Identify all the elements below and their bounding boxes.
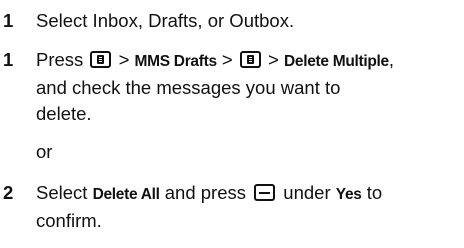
menu-key-icon <box>90 51 112 68</box>
step-number: 1 <box>3 49 14 70</box>
step-text-line: confirm. <box>36 210 102 231</box>
step-text-part: > <box>262 49 284 70</box>
key-yes: Yes <box>335 186 362 203</box>
step-text: Select Inbox, Drafts, or Outbox. <box>36 10 295 31</box>
step-2-delete-all: 2 Select Delete All and press under Yes … <box>0 180 458 234</box>
step-text-part: , <box>388 49 395 70</box>
step-text: Select Delete All and press under Yes to… <box>36 180 458 234</box>
step-number: 2 <box>3 182 14 203</box>
key-delete-all: Delete All <box>92 186 160 203</box>
step-number: 1 <box>3 10 14 31</box>
step-text: Press > MMS Drafts > > Delete Multiple, … <box>36 47 458 127</box>
step-text-part: Select <box>36 182 93 203</box>
step-text-part: and press <box>159 182 252 203</box>
key-delete-multiple: Delete Multiple <box>283 53 389 70</box>
step-1-select-folder: 1 Select Inbox, Drafts, or Outbox. <box>0 8 458 34</box>
step-text-part: to <box>361 182 383 203</box>
menu-key-icon <box>239 51 261 68</box>
step-text-part: under <box>278 182 336 203</box>
step-text-part: > <box>216 49 238 70</box>
step-text-line: delete. <box>36 103 92 124</box>
step-text-part: Press <box>36 49 89 70</box>
step-1-press-menu: 1 Press > MMS Drafts > > Delete Multiple… <box>0 47 458 127</box>
soft-key-icon <box>254 184 276 201</box>
key-mms-drafts: MMS Drafts <box>134 53 218 70</box>
step-text-part: > <box>113 49 135 70</box>
or-separator: or <box>36 141 53 162</box>
step-text-line: and check the messages you want to <box>36 77 341 98</box>
